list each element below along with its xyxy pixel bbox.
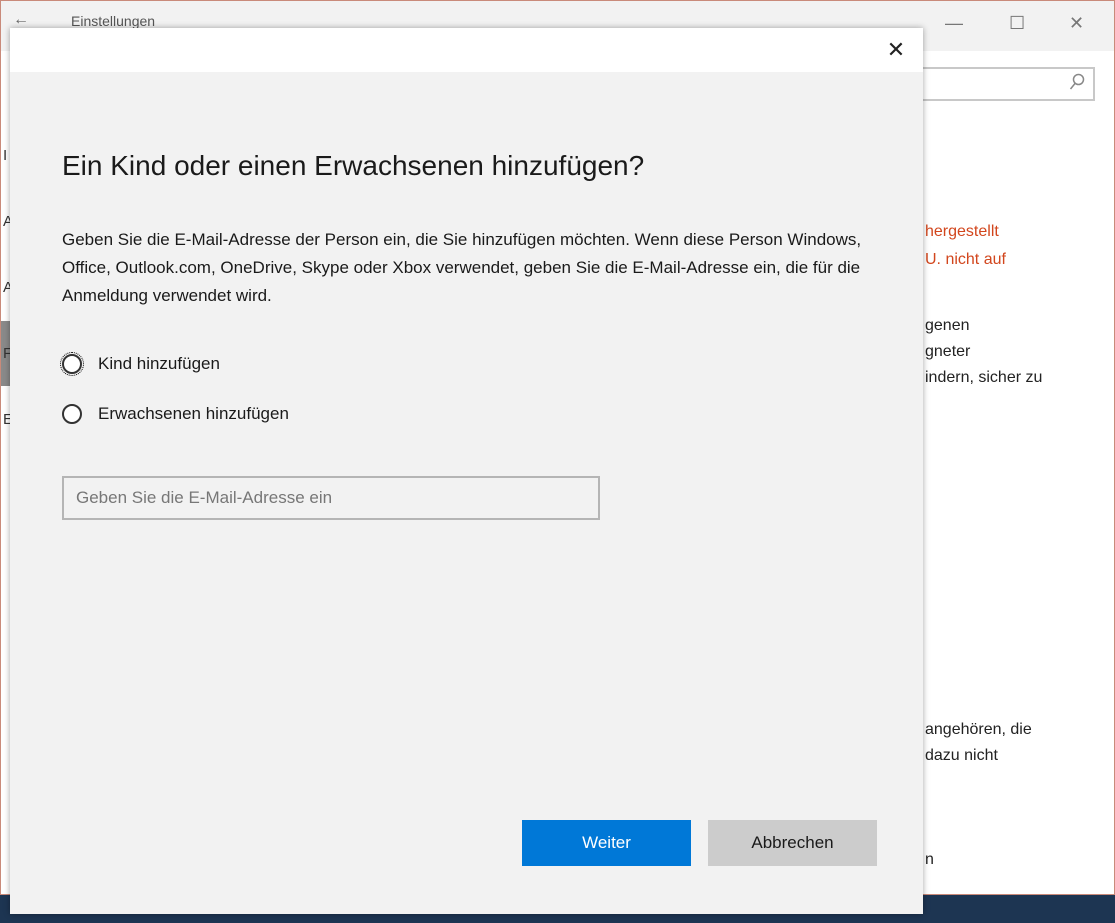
dialog-titlebar: ✕	[10, 28, 923, 72]
close-icon[interactable]: ✕	[884, 38, 908, 62]
content-text: gneter	[925, 343, 971, 360]
minimize-icon[interactable]: —	[945, 13, 963, 34]
settings-search-input[interactable]	[921, 67, 1095, 101]
dialog-description: Geben Sie die E-Mail-Adresse der Person …	[62, 230, 862, 305]
close-window-icon[interactable]: ✕	[1069, 13, 1084, 34]
back-arrow-icon[interactable]: ←	[13, 11, 29, 29]
cancel-button[interactable]: Abbrechen	[708, 820, 877, 866]
radio-label-adult: Erwachsenen hinzufügen	[98, 404, 289, 423]
content-text: n	[925, 851, 934, 868]
radio-label-child: Kind hinzufügen	[98, 354, 220, 373]
content-text: genen	[925, 317, 970, 334]
maximize-icon[interactable]: ☐	[1009, 13, 1025, 34]
add-family-member-dialog: ✕ Ein Kind oder einen Erwachsenen hinzuf…	[10, 28, 923, 914]
content-text: indern, sicher zu	[925, 369, 1043, 386]
content-text: dazu nicht	[925, 747, 998, 764]
radio-button-child[interactable]	[60, 352, 84, 376]
warning-text: U. nicht auf	[925, 251, 1006, 268]
warning-text: hergestellt	[925, 223, 999, 240]
search-icon	[1069, 73, 1085, 90]
content-text: angehören, die	[925, 721, 1032, 738]
email-field[interactable]	[62, 476, 600, 520]
radio-button-adult[interactable]	[62, 404, 82, 424]
settings-title: Einstellungen	[71, 13, 156, 29]
next-button[interactable]: Weiter	[522, 820, 691, 866]
radio-option-adult[interactable]: Erwachsenen hinzufügen	[62, 404, 289, 424]
dialog-heading: Ein Kind oder einen Erwachsenen hinzufüg…	[62, 150, 645, 181]
radio-option-child[interactable]: Kind hinzufügen	[60, 352, 220, 376]
nav-letter: I	[3, 147, 8, 164]
